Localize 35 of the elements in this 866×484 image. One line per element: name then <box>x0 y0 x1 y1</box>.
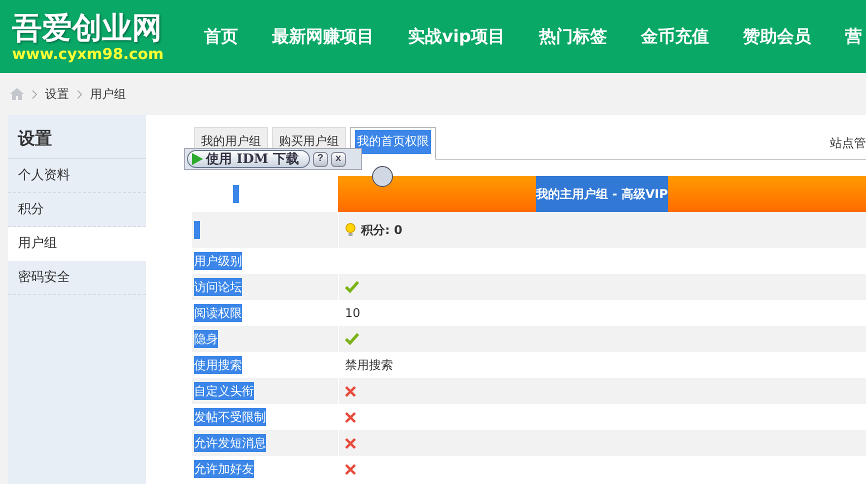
download-button[interactable]: 使用 IDM 下载 <box>187 150 310 168</box>
permission-label: 阅读权限 <box>194 304 242 322</box>
tab[interactable]: 我的首页权限 <box>350 127 436 160</box>
permission-label: 使用搜索 <box>194 356 242 374</box>
cross-icon <box>345 412 356 422</box>
chevron-icon <box>77 90 82 98</box>
permission-label: 允许发短消息 <box>194 434 266 452</box>
permission-label: 发帖不受限制 <box>194 408 266 426</box>
site-url: www.cyxm98.com <box>12 46 165 62</box>
cross-icon <box>345 386 356 396</box>
drag-handle[interactable] <box>372 166 393 187</box>
chevron-icon <box>32 90 37 98</box>
check-icon <box>345 333 359 345</box>
permission-label: 访问论坛 <box>194 278 242 296</box>
cross-icon <box>345 464 356 474</box>
permission-label: 自定义头衔 <box>194 382 254 400</box>
check-icon <box>345 281 359 293</box>
admin-link[interactable]: 站点管 <box>830 134 866 152</box>
lightbulb-icon <box>345 223 356 237</box>
close-button[interactable]: x <box>330 152 346 166</box>
help-button[interactable]: ? <box>312 152 328 166</box>
group-header: 我的主用户组 - 高级VIP <box>338 176 866 212</box>
permission-label: 允许加好友 <box>194 460 254 478</box>
permission-label: 用户级别 <box>194 252 242 270</box>
play-icon <box>192 153 203 165</box>
selection-mark <box>194 221 200 239</box>
breadcrumb-link[interactable]: 设置 <box>45 86 69 102</box>
sidebar-item[interactable]: 用户组 <box>8 227 147 261</box>
permission-label: 隐身 <box>194 330 218 348</box>
breadcrumb-link[interactable]: 用户组 <box>90 86 126 102</box>
cross-icon <box>345 438 356 448</box>
selection-mark <box>233 185 239 203</box>
table-cell: 10 <box>345 306 360 320</box>
points-label: 积分: 0 <box>361 222 402 238</box>
table-cell: 禁用搜索 <box>345 356 393 374</box>
